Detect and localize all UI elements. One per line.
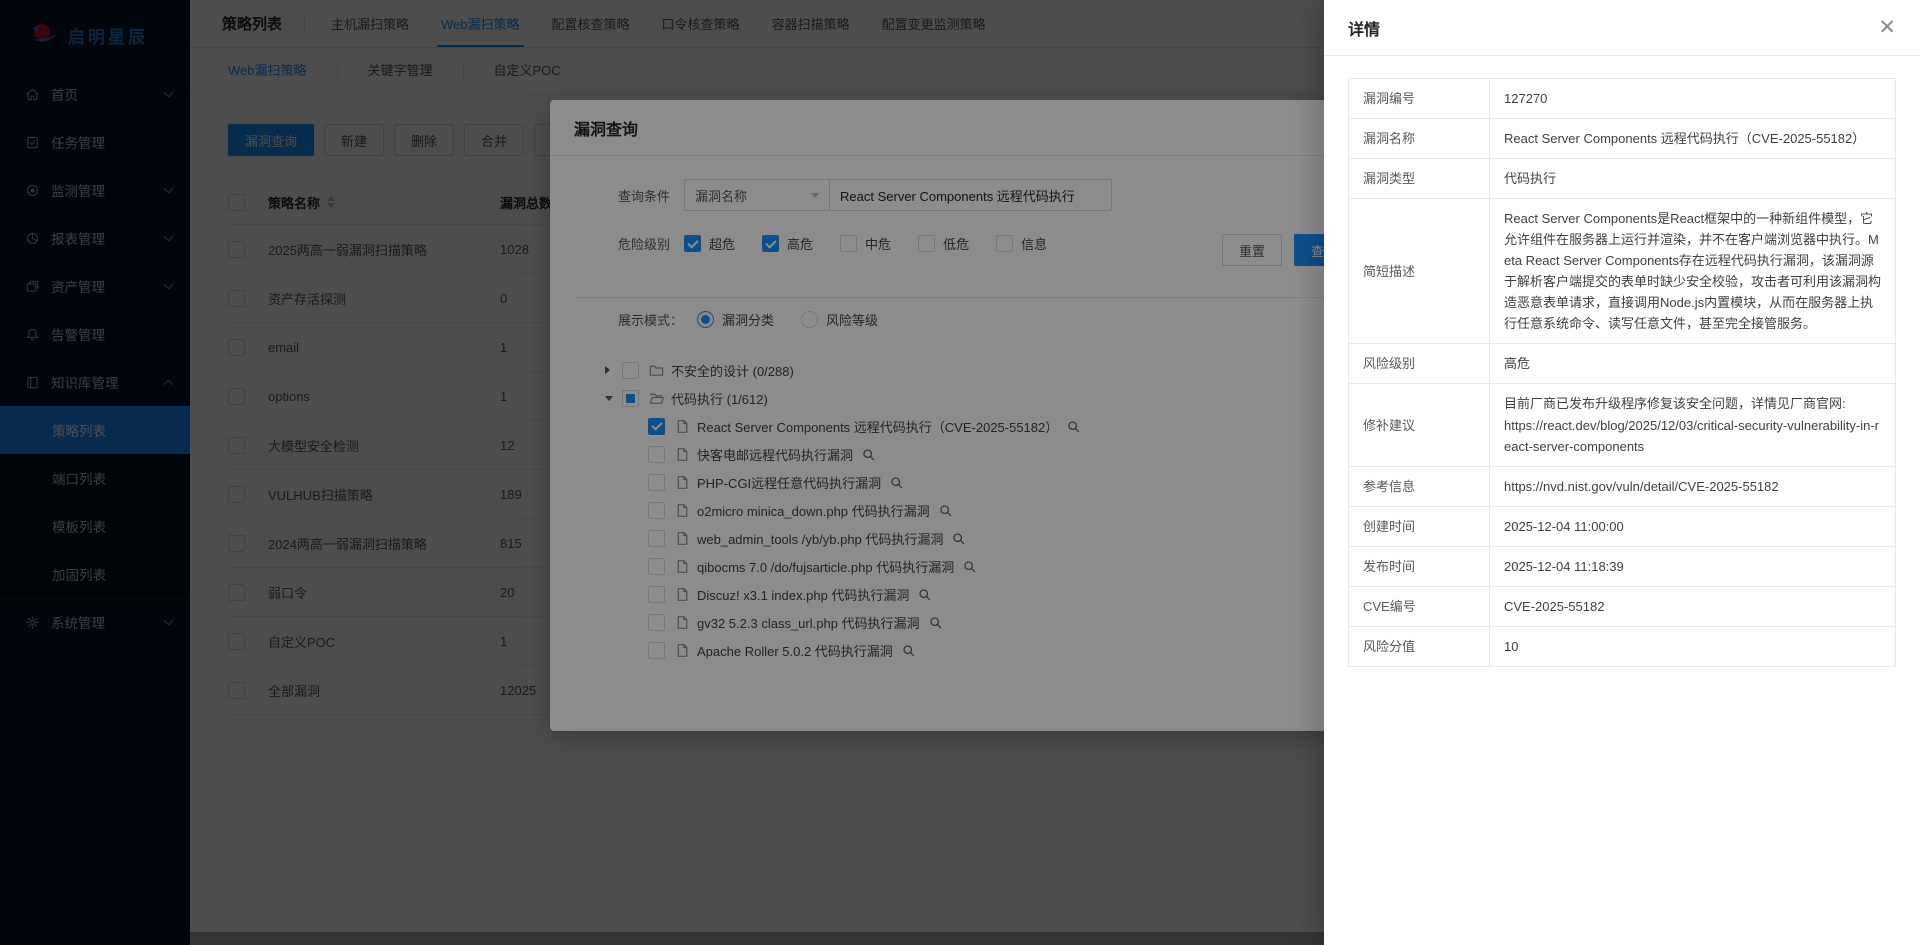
detail-row: 修补建议目前厂商已发布升级程序修复该安全问题，详情见厂商官网: https://…: [1349, 384, 1896, 466]
detail-field-value: React Server Components是React框架中的一种新组件模型…: [1490, 199, 1896, 344]
close-icon[interactable]: ✕: [1878, 17, 1896, 38]
detail-field-label: 修补建议: [1349, 384, 1490, 466]
detail-field-label: 风险分值: [1349, 626, 1490, 666]
detail-row: CVE编号CVE-2025-55182: [1349, 586, 1896, 626]
detail-row: 风险分值10: [1349, 626, 1896, 666]
detail-field-label: 漏洞编号: [1349, 79, 1490, 119]
detail-field-value: 10: [1490, 626, 1896, 666]
detail-field-label: CVE编号: [1349, 586, 1490, 626]
detail-row: 参考信息https://nvd.nist.gov/vuln/detail/CVE…: [1349, 466, 1896, 506]
detail-row: 漏洞编号127270: [1349, 79, 1896, 119]
detail-field-value: React Server Components 远程代码执行（CVE-2025-…: [1490, 119, 1896, 159]
detail-field-label: 漏洞名称: [1349, 119, 1490, 159]
detail-field-value: CVE-2025-55182: [1490, 586, 1896, 626]
detail-field-value: 127270: [1490, 79, 1896, 119]
detail-field-value: 2025-12-04 11:00:00: [1490, 506, 1896, 546]
detail-field-value: https://nvd.nist.gov/vuln/detail/CVE-202…: [1490, 466, 1896, 506]
detail-field-label: 简短描述: [1349, 199, 1490, 344]
detail-field-label: 创建时间: [1349, 506, 1490, 546]
detail-row: 漏洞名称React Server Components 远程代码执行（CVE-2…: [1349, 119, 1896, 159]
detail-field-label: 漏洞类型: [1349, 159, 1490, 199]
app-root: 启明星辰 首页任务管理监测管理报表管理资产管理告警管理知识库管理策略列表端口列表…: [0, 0, 1920, 945]
drawer-header: 详情 ✕: [1324, 0, 1920, 56]
detail-field-value: 目前厂商已发布升级程序修复该安全问题，详情见厂商官网: https://reac…: [1490, 384, 1896, 466]
detail-field-label: 参考信息: [1349, 466, 1490, 506]
detail-row: 简短描述React Server Components是React框架中的一种新…: [1349, 199, 1896, 344]
detail-field-label: 发布时间: [1349, 546, 1490, 586]
drawer-title: 详情: [1348, 16, 1380, 40]
detail-row: 发布时间2025-12-04 11:18:39: [1349, 546, 1896, 586]
detail-field-label: 风险级别: [1349, 344, 1490, 384]
detail-drawer: 详情 ✕ 漏洞编号127270漏洞名称React Server Componen…: [1324, 0, 1920, 945]
detail-row: 风险级别高危: [1349, 344, 1896, 384]
detail-row: 创建时间2025-12-04 11:00:00: [1349, 506, 1896, 546]
detail-table: 漏洞编号127270漏洞名称React Server Components 远程…: [1348, 78, 1896, 667]
detail-field-value: 高危: [1490, 344, 1896, 384]
detail-field-value: 2025-12-04 11:18:39: [1490, 546, 1896, 586]
detail-row: 漏洞类型代码执行: [1349, 159, 1896, 199]
detail-field-value: 代码执行: [1490, 159, 1896, 199]
